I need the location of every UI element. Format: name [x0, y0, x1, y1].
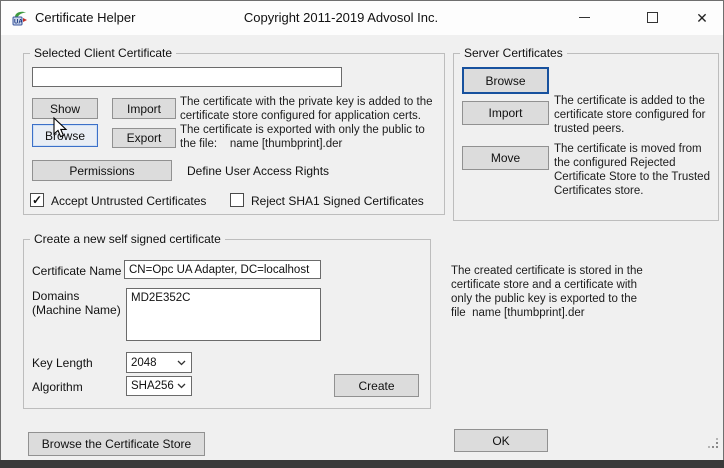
create-button[interactable]: Create — [334, 374, 419, 397]
accept-untrusted-label: Accept Untrusted Certificates — [51, 194, 206, 208]
permissions-description: Define User Access Rights — [187, 164, 329, 178]
checkmark-icon: ✓ — [32, 194, 42, 206]
server-certificates-group-label: Server Certificates — [460, 46, 567, 60]
reject-sha1-checkbox[interactable] — [230, 193, 244, 207]
selected-certificate-input[interactable] — [32, 67, 342, 87]
created-certificate-description: The created certificate is stored in the… — [451, 264, 671, 320]
minimize-icon — [579, 17, 590, 18]
bottom-strip — [0, 460, 724, 468]
app-icon: UA — [11, 9, 28, 26]
algorithm-value: SHA256 — [131, 380, 174, 392]
browse-certificate-store-button[interactable]: Browse the Certificate Store — [28, 432, 205, 456]
key-length-value: 2048 — [131, 357, 157, 369]
client-certificate-group: Selected Client Certificate Show Import … — [23, 53, 445, 215]
export-description: The certificate is exported with only th… — [180, 123, 446, 151]
accept-untrusted-checkbox[interactable]: ✓ — [30, 193, 44, 207]
close-button[interactable]: ✕ — [682, 1, 722, 34]
certificate-name-input[interactable] — [124, 260, 321, 279]
import-server-button[interactable]: Import — [462, 101, 549, 125]
algorithm-label: Algorithm — [32, 380, 83, 394]
chevron-down-icon — [177, 383, 186, 389]
screenshot-stage: UA Certificate Helper Copyright 2011-201… — [0, 0, 724, 468]
import-description: The certificate with the private key is … — [180, 95, 446, 123]
show-button[interactable]: Show — [32, 98, 98, 119]
copyright-text: Copyright 2011-2019 Advosol Inc. — [191, 10, 491, 25]
domains-label-line2: (Machine Name) — [32, 303, 121, 317]
certificate-name-label: Certificate Name — [32, 264, 121, 278]
server-import-description: The certificate is added to the certific… — [554, 94, 717, 136]
move-description: The certificate is moved from the config… — [554, 142, 717, 198]
maximize-icon — [647, 12, 658, 23]
window-title: Certificate Helper — [35, 10, 135, 25]
svg-text:UA: UA — [14, 20, 23, 26]
ok-button[interactable]: OK — [454, 429, 548, 452]
permissions-button[interactable]: Permissions — [32, 160, 172, 181]
client-certificate-group-label: Selected Client Certificate — [30, 46, 176, 60]
create-certificate-group-label: Create a new self signed certificate — [30, 232, 225, 246]
key-length-select[interactable]: 2048 — [126, 352, 192, 373]
certificate-helper-window: UA Certificate Helper Copyright 2011-201… — [0, 0, 724, 461]
browse-client-button[interactable]: Browse — [32, 124, 98, 147]
minimize-button[interactable] — [564, 1, 604, 34]
key-length-label: Key Length — [32, 356, 93, 370]
close-icon: ✕ — [696, 11, 708, 25]
import-client-button[interactable]: Import — [112, 98, 176, 119]
title-bar: UA Certificate Helper Copyright 2011-201… — [1, 1, 723, 35]
domains-textarea[interactable]: MD2E352C — [126, 288, 321, 341]
reject-sha1-label: Reject SHA1 Signed Certificates — [251, 194, 424, 208]
create-certificate-group: Create a new self signed certificate Cer… — [23, 239, 431, 409]
maximize-button[interactable] — [632, 1, 672, 34]
resize-grip-icon[interactable] — [708, 438, 719, 449]
domains-label-line1: Domains — [32, 289, 79, 303]
export-button[interactable]: Export — [112, 128, 176, 148]
algorithm-select[interactable]: SHA256 — [126, 376, 192, 396]
chevron-down-icon — [177, 360, 186, 366]
browse-server-button[interactable]: Browse — [462, 67, 549, 94]
server-certificates-group: Server Certificates Browse Import Move T… — [453, 53, 719, 221]
move-button[interactable]: Move — [462, 146, 549, 170]
